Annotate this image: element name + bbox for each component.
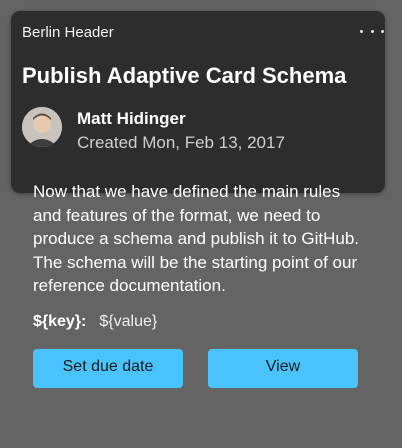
fact-key: ${key}: [33, 313, 87, 330]
fact-value: ${value} [99, 313, 158, 330]
view-button[interactable]: View [208, 349, 358, 388]
author-name: Matt Hidinger [77, 109, 186, 128]
card-title: Publish Adaptive Card Schema [22, 63, 347, 88]
more-options-icon[interactable] [360, 22, 384, 40]
author-avatar [22, 107, 62, 147]
fact-row: ${key}: ${value} [33, 313, 157, 331]
created-date: Created Mon, Feb 13, 2017 [77, 133, 285, 152]
card-body-text: Now that we have defined the main rules … [33, 182, 360, 295]
header-label: Berlin Header [22, 24, 114, 41]
set-due-date-button[interactable]: Set due date [33, 349, 183, 388]
